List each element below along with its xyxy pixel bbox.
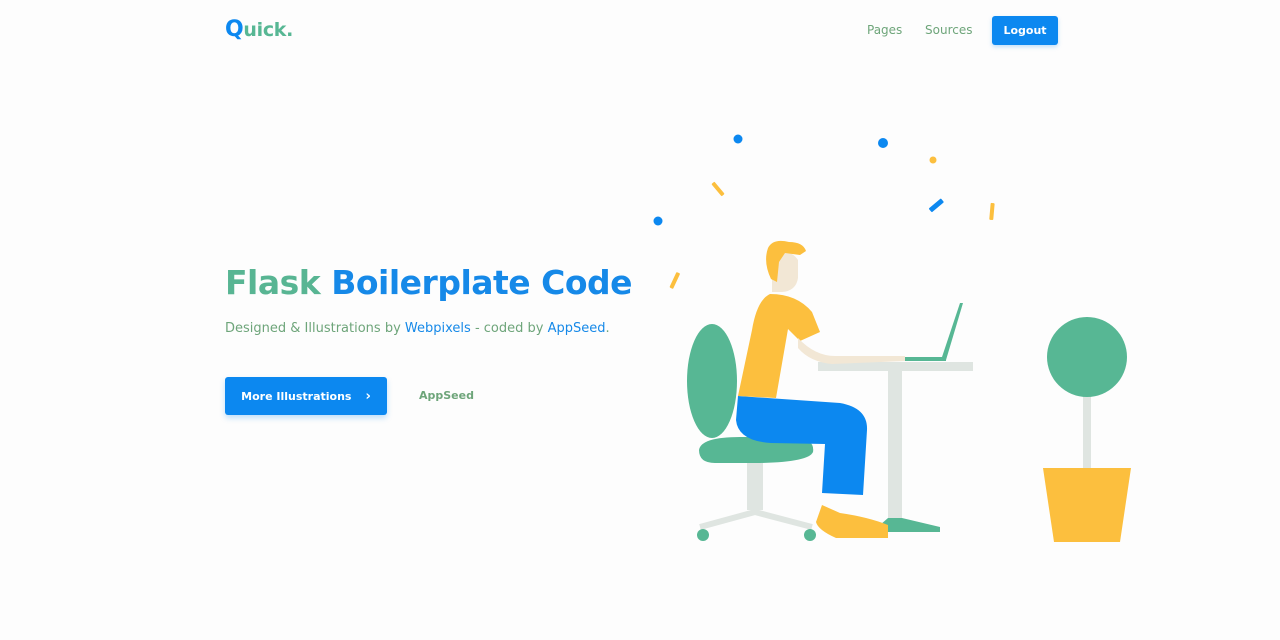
brand-logo-text: uick. — [243, 19, 294, 41]
confetti-dot — [929, 156, 937, 164]
desk-leg — [888, 371, 902, 523]
nav-link-sources[interactable]: Sources — [925, 23, 972, 37]
hero-title-part2: Boilerplate Code — [331, 263, 633, 302]
person-arm — [798, 338, 905, 364]
confetti-dot — [878, 138, 888, 148]
more-illustrations-button[interactable]: More Illustrations › — [225, 377, 387, 415]
chair-wheel — [697, 529, 709, 541]
appseed-link[interactable]: AppSeed — [419, 389, 474, 402]
hero-illustration — [653, 134, 1131, 542]
logout-button[interactable]: Logout — [992, 16, 1058, 45]
laptop-screen — [941, 303, 963, 360]
subtitle-middle: - coded by — [474, 321, 544, 336]
hero-title-part1: Flask — [225, 263, 321, 302]
hero-title: Flask Boilerplate Code — [225, 263, 633, 302]
chair-backrest — [687, 324, 737, 438]
brand-logo-q: Q — [225, 17, 244, 42]
nav-link-pages[interactable]: Pages — [867, 23, 902, 37]
confetti-dot — [733, 134, 743, 144]
subtitle-prefix: Designed & Illustrations by — [225, 321, 401, 336]
subtitle-suffix: . — [605, 321, 610, 336]
plant-pot — [1043, 468, 1131, 542]
appseed-inline-link[interactable]: AppSeed — [548, 321, 606, 336]
potted-plant — [1043, 317, 1131, 542]
hero-subtitle: Designed & Illustrations by Webpixels - … — [225, 321, 610, 336]
confetti-strip — [711, 181, 725, 197]
person-torso — [738, 294, 820, 398]
chair-wheel — [804, 529, 816, 541]
brand-logo[interactable]: Quick. — [225, 17, 293, 42]
confetti-dot — [653, 216, 663, 226]
confetti-strip — [989, 202, 995, 221]
confetti-strip — [928, 198, 944, 213]
chair-post — [747, 455, 763, 510]
webpixels-link[interactable]: Webpixels — [405, 321, 471, 336]
laptop — [888, 303, 963, 361]
plant-stem — [1083, 390, 1091, 470]
confetti-strip — [669, 272, 680, 289]
more-illustrations-label: More Illustrations — [241, 389, 352, 403]
navbar: Quick. Pages Sources Logout — [0, 0, 1280, 62]
plant-leaves — [1047, 317, 1127, 397]
person-shoe — [816, 505, 888, 538]
chair-base — [699, 508, 813, 530]
confetti — [653, 134, 995, 289]
chevron-right-icon: › — [365, 388, 371, 404]
